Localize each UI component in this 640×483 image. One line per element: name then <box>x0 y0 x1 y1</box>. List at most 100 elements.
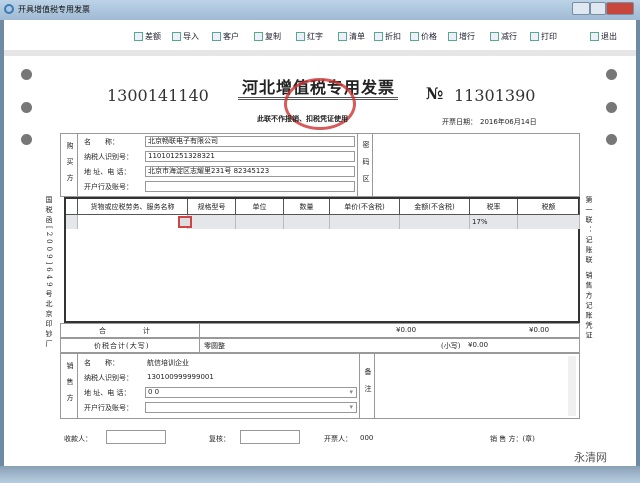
remark-scrollbar[interactable] <box>568 356 576 416</box>
table-cell[interactable] <box>236 215 284 229</box>
total-tax: ¥0.00 <box>529 326 550 334</box>
toolbar-button-label: 增行 <box>459 32 475 41</box>
goods-picker-button[interactable] <box>178 216 192 228</box>
invoice-subtitle: 此联不作报销、扣税凭证使用 <box>257 114 348 123</box>
seller-taxid: 130100999999001 <box>147 373 214 381</box>
invoice-number: 11301390 <box>454 86 536 105</box>
seller-bank-label: 开户行及账号： <box>84 404 133 412</box>
column-header: 税率 <box>470 199 518 215</box>
punch-hole <box>606 102 617 113</box>
punch-hole <box>21 69 32 80</box>
buyer-address-field[interactable]: 北京市海淀区志耀里231号 82345123 <box>145 166 355 177</box>
maximize-button[interactable] <box>590 2 606 15</box>
total-label: 合 计 <box>99 327 154 335</box>
punch-hole <box>21 102 32 113</box>
number-symbol: № <box>426 84 444 103</box>
minimize-button[interactable] <box>572 2 590 15</box>
table-cell[interactable] <box>518 215 580 229</box>
table-cell[interactable] <box>330 215 400 229</box>
toolbar-button-10[interactable]: 打印 <box>530 31 557 42</box>
buyer-bank-field[interactable] <box>145 181 355 192</box>
customer-icon <box>212 32 221 41</box>
toolbar-button-9[interactable]: 减行 <box>490 31 517 42</box>
toolbar-button-5[interactable]: 清单 <box>338 31 365 42</box>
table-cell[interactable]: 17% <box>470 215 518 229</box>
seller-name-label: 名 称： <box>84 359 119 367</box>
grand-total-lower: ¥0.00 <box>468 341 489 349</box>
payee-field[interactable] <box>106 430 166 444</box>
status-bar <box>0 466 640 483</box>
toolbar-button-8[interactable]: 增行 <box>448 31 475 42</box>
buyer-taxid-field[interactable]: 110101251328321 <box>145 151 355 162</box>
punch-hole <box>21 134 32 145</box>
toolbar-button-label: 退出 <box>601 32 617 41</box>
column-header: 规格型号 <box>188 199 236 215</box>
grand-total-lower-label: (小写) <box>441 342 461 350</box>
seller-label: 销售方 <box>66 362 74 410</box>
table-cell[interactable] <box>78 215 188 229</box>
reviewer-field[interactable] <box>240 430 300 444</box>
price-icon <box>410 32 419 41</box>
toolbar-button-0[interactable]: 差额 <box>134 31 161 42</box>
grand-total-upper: 零圆整 <box>204 342 225 350</box>
seller-name: 航信培训企业 <box>147 359 189 367</box>
toolbar-button-7[interactable]: 价格 <box>410 31 437 42</box>
toolbar-button-label: 复制 <box>265 32 281 41</box>
toolbar-button-6[interactable]: 折扣 <box>374 31 401 42</box>
payee-label: 收款人： <box>64 435 92 443</box>
add-row-icon <box>448 32 457 41</box>
buyer-bank-label: 开户行及账号： <box>84 183 133 191</box>
buyer-name-field[interactable]: 北京畅联电子有限公司 <box>145 136 355 147</box>
toolbar-button-label: 红字 <box>307 32 323 41</box>
toolbar: 差额 导入 客户 复制 红字 清单 折扣 价格 增行 减行 打印 退出 <box>4 20 636 50</box>
right-side-text: 第一联：记账联 销售方记账凭证 <box>585 196 593 342</box>
toolbar-button-label: 打印 <box>541 32 557 41</box>
invoice-date: 2016年06月14日 <box>480 118 537 126</box>
seller-seal-label: 销 售 方：(章) <box>490 435 535 443</box>
toolbar-button-3[interactable]: 复制 <box>254 31 281 42</box>
diff-icon <box>134 32 143 41</box>
watermark: 永清网 <box>574 451 607 464</box>
toolbar-button-11[interactable]: 退出 <box>590 31 617 42</box>
seller-address-dropdown[interactable]: 0 0 ▾ <box>145 387 357 398</box>
drawer-label: 开票人： <box>324 435 352 443</box>
punch-hole <box>606 134 617 145</box>
toolbar-button-label: 减行 <box>501 32 517 41</box>
title-bar: 开具增值税专用发票 <box>0 0 640 20</box>
remark-field[interactable] <box>378 356 576 416</box>
chevron-down-icon: ▾ <box>349 403 353 411</box>
invoice-code: 1300141140 <box>107 86 209 105</box>
invoice-paper: 1300141140 河北增值税专用发票 № 11301390 此联不作报销、扣… <box>4 50 636 466</box>
close-button[interactable] <box>606 2 634 15</box>
toolbar-button-4[interactable]: 红字 <box>296 31 323 42</box>
discount-icon <box>374 32 383 41</box>
column-header: 税额 <box>518 199 580 215</box>
seller-taxid-label: 纳税人识别号： <box>84 374 133 382</box>
table-cell[interactable] <box>188 215 236 229</box>
buyer-address-label: 地 址、电 话： <box>84 168 131 176</box>
table-cell[interactable] <box>400 215 470 229</box>
column-header: 货物或应税劳务、服务名称 <box>78 199 188 215</box>
grand-total-label: 价税合计(大写) <box>94 342 150 350</box>
app-icon <box>4 4 14 14</box>
column-header: 金额(不含税) <box>400 199 470 215</box>
seller-bank-dropdown[interactable]: ▾ <box>145 402 357 413</box>
reviewer-label: 复核： <box>209 435 230 443</box>
exit-icon <box>590 32 599 41</box>
toolbar-button-2[interactable]: 客户 <box>212 31 239 42</box>
toolbar-button-label: 折扣 <box>385 32 401 41</box>
toolbar-button-1[interactable]: 导入 <box>172 31 199 42</box>
remark-label: 备注 <box>364 368 372 402</box>
date-label: 开票日期： <box>442 118 477 126</box>
toolbar-button-label: 价格 <box>421 32 437 41</box>
toolbar-button-label: 差额 <box>145 32 161 41</box>
print-icon <box>530 32 539 41</box>
chevron-down-icon: ▾ <box>349 388 353 396</box>
table-cell[interactable] <box>284 215 330 229</box>
toolbar-button-label: 清单 <box>349 32 365 41</box>
cipher-label: 密码区 <box>362 141 370 192</box>
left-side-text: 国税函[2009]649号北京印钞厂 <box>45 196 53 350</box>
toolbar-button-label: 导入 <box>183 32 199 41</box>
red-invoice-icon <box>296 32 305 41</box>
seller-address-label: 地 址、电 话： <box>84 389 131 397</box>
